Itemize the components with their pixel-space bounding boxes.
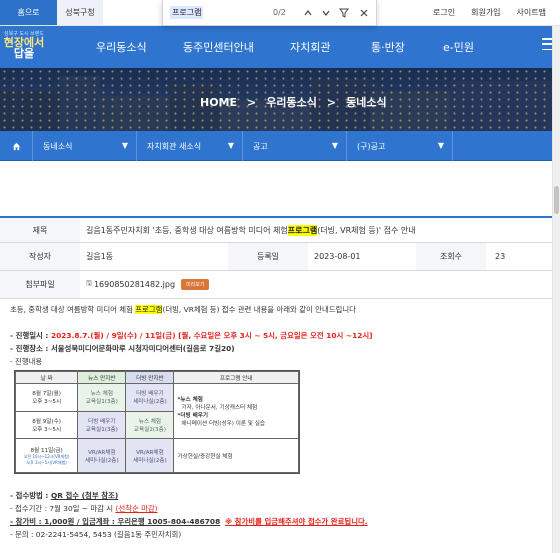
subnav-home-icon[interactable] bbox=[0, 131, 32, 161]
subnav-empty bbox=[452, 131, 552, 161]
post-info-table: 제목 길음1동주민자치회 '초등, 중학생 대상 여름방학 미디어 체험 프로그… bbox=[0, 216, 552, 299]
intro-text: 초등, 중학생 대상 여름방학 미디어 체험 프로그램(더빙, VR체험 등) … bbox=[10, 305, 356, 314]
breadcrumb-level1[interactable]: 우리동소식 bbox=[266, 94, 317, 110]
apply-method-line: - 접수방법 : QR 접수 (첨부 참조) bbox=[10, 491, 119, 500]
views-label: 조회수 bbox=[416, 243, 486, 270]
fee-line: - 참가비 : 1,000원 / 입금계좌 : 우리은행 1005-804-48… bbox=[10, 517, 368, 526]
preview-button[interactable]: 미리보기 bbox=[181, 279, 210, 290]
find-in-page-bar: 프로그램 0/2 bbox=[162, 0, 377, 26]
find-count: 0/2 bbox=[273, 8, 286, 17]
find-filter-icon[interactable] bbox=[337, 6, 351, 20]
location-line: - 진행장소 : 서울성북미디어문화마루 시청자미디어센터(길음로 7길20) bbox=[10, 344, 235, 353]
meta-row: 작성자 길음1동 등록일 2023-08-01 조회수 23 bbox=[0, 243, 552, 271]
attachment-file: 🖫 1690850281482.jpg 미리보기 bbox=[86, 271, 210, 298]
breadcrumb: HOME > 우리동소식 > 동네소식 bbox=[200, 94, 387, 110]
sched-dub-cell: 더빙 배우기 세미나실(2층) bbox=[125, 383, 175, 412]
sched-news-cell: 뉴스 체험 교육실1(3층) bbox=[77, 383, 127, 412]
post-title: 길음1동주민자치회 '초등, 중학생 대상 여름방학 미디어 체험 프로그램 (더… bbox=[86, 224, 416, 236]
schedule-line: - 진행일시 : 2023.8.7.(월) / 9일(수) / 11일(금) [… bbox=[10, 331, 373, 340]
sched-header-news: 뉴스 만지반 bbox=[77, 371, 127, 384]
sched-guide-cell: 가상현실/증강현실 체험 bbox=[173, 438, 299, 473]
scrollbar-thumb[interactable] bbox=[554, 186, 559, 214]
sched-header-dub: 더빙 만지반 bbox=[125, 371, 175, 384]
nav-autonomy-hall[interactable]: 자치회관 bbox=[290, 39, 330, 55]
sched-dub-cell: VR/AR체험 세미나실(2층) bbox=[125, 438, 175, 473]
date-value: 2023-08-01 bbox=[314, 252, 361, 261]
find-next-icon[interactable] bbox=[319, 6, 333, 20]
schedule-table-image: 날 짜 뉴스 만지반 더빙 만지반 프로그램 안내 8월 7일(월) 오후 3~5… bbox=[14, 370, 300, 474]
sched-date-cell: 8월 7일(월) 오후 3~5시 bbox=[14, 383, 79, 412]
sched-news-cell: VR/AR체험 세미나실(2층) bbox=[77, 438, 127, 473]
breadcrumb-separator: > bbox=[326, 95, 337, 109]
login-link[interactable]: 로그인 bbox=[433, 7, 455, 18]
sched-news-cell: 더빙 배우기 교육실1(3층) bbox=[77, 410, 127, 439]
attachment-row: 첨부파일 🖫 1690850281482.jpg 미리보기 bbox=[0, 271, 552, 299]
nav-center-info[interactable]: 동주민센터안내 bbox=[183, 39, 254, 55]
subnav-item-notice[interactable]: 공고 ▼ bbox=[242, 131, 346, 161]
apply-period-line: - 접수기간 : 7월 30일 ~ 마감 시 (선착순 마감) bbox=[10, 504, 158, 513]
intro-highlight: 프로그램 bbox=[135, 305, 163, 314]
sched-header-date: 날 짜 bbox=[14, 371, 79, 384]
sched-guide-cell: *뉴스 체험 기자, 아나운서, 기상캐스터 체험 *더빙 배우기 애니메이션 … bbox=[173, 383, 299, 439]
subnav-item-autonomy[interactable]: 자치회관 새소식 ▼ bbox=[136, 131, 242, 161]
sitemap-link[interactable]: 사이트맵 bbox=[517, 7, 546, 18]
home-button[interactable]: 홈으로 bbox=[0, 0, 57, 25]
breadcrumb-level2: 동네소식 bbox=[346, 96, 387, 109]
breadcrumb-home[interactable]: HOME bbox=[200, 96, 237, 109]
find-close-icon[interactable] bbox=[357, 6, 371, 20]
sched-header-guide: 프로그램 안내 bbox=[173, 371, 299, 384]
content-label: - 진행내용 bbox=[10, 357, 43, 366]
author-value: 길음1동 bbox=[86, 252, 114, 261]
nav-news[interactable]: 우리동소식 bbox=[96, 39, 147, 55]
main-nav: 우리동소식 동주민센터안내 자치회관 통·반장 e-민원 bbox=[0, 26, 552, 68]
sched-date-cell: 8월 11일(금) 오전 10시~12시(VR체험) 오후 3시~5시(VR체험… bbox=[14, 438, 79, 473]
author-label: 작성자 bbox=[0, 243, 80, 270]
nav-e-minwon[interactable]: e-민원 bbox=[443, 39, 474, 55]
seongbuk-gu-link[interactable]: 성북구청 bbox=[57, 0, 103, 25]
sub-navigation: 동네소식 ▼ 자치회관 새소식 ▼ 공고 ▼ (구)공고 ▼ bbox=[0, 131, 552, 161]
find-prev-icon[interactable] bbox=[301, 6, 315, 20]
views-value: 23 bbox=[495, 252, 506, 261]
file-icon: 🖫 bbox=[86, 279, 92, 287]
subnav-item-old-notice[interactable]: (구)공고 ▼ bbox=[346, 131, 452, 161]
title-label: 제목 bbox=[0, 218, 80, 242]
sched-date-cell: 8월 9일(수) 오후 3~5시 bbox=[14, 410, 79, 439]
page-scrollbar[interactable] bbox=[552, 26, 560, 553]
nav-tong-ban[interactable]: 통·반장 bbox=[371, 39, 405, 55]
date-label: 등록일 bbox=[228, 243, 308, 270]
subnav-item-news[interactable]: 동네소식 ▼ bbox=[32, 131, 136, 161]
breadcrumb-separator: > bbox=[247, 95, 257, 109]
title-row: 제목 길음1동주민자치회 '초등, 중학생 대상 여름방학 미디어 체험 프로그… bbox=[0, 216, 552, 243]
attachment-filename[interactable]: 1690850281482.jpg bbox=[94, 280, 175, 289]
utility-links: 로그인 회원가입 사이트맵 bbox=[433, 0, 546, 25]
find-input[interactable]: 프로그램 bbox=[170, 6, 204, 19]
signup-link[interactable]: 회원가입 bbox=[471, 7, 500, 18]
contact-line: - 문의 : 02-2241-5454, 5453 (길음1동 주민자치회) bbox=[10, 530, 182, 539]
attachment-label: 첨부파일 bbox=[0, 271, 80, 298]
sched-dub-cell: 뉴스 체험 교육실2(3층) bbox=[125, 410, 175, 439]
title-highlight: 프로그램 bbox=[287, 224, 318, 236]
